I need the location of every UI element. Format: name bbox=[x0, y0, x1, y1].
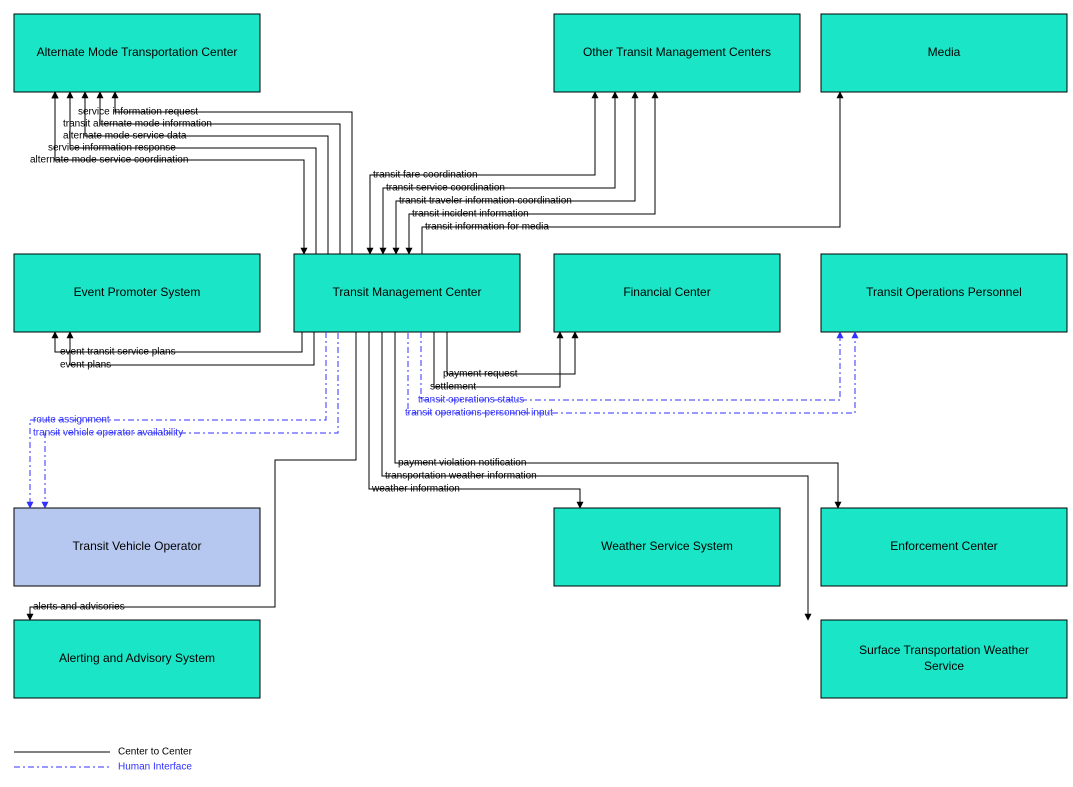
flow-label: transit information for media bbox=[425, 222, 549, 233]
flow-label: event transit service plans bbox=[60, 347, 176, 358]
node-label: Event Promoter System bbox=[74, 285, 201, 299]
node-alt-mode: Alternate Mode Transportation Center bbox=[14, 14, 260, 92]
node-label: Transit Operations Personnel bbox=[866, 285, 1022, 299]
node-label: Alternate Mode Transportation Center bbox=[37, 45, 238, 59]
flow-label: alerts and advisories bbox=[33, 602, 125, 613]
legend-hi-label: Human Interface bbox=[118, 762, 192, 773]
link-ops-status bbox=[421, 332, 840, 400]
flow-label: transit fare coordination bbox=[373, 170, 478, 181]
flow-label: service information request bbox=[78, 107, 198, 118]
flow-label: transit alternate mode information bbox=[63, 119, 212, 130]
flow-label: alternate mode service coordination bbox=[30, 155, 188, 166]
node-stws: Surface Transportation Weather Service bbox=[821, 620, 1067, 698]
flow-label: transit operations status bbox=[418, 395, 524, 406]
architecture-diagram: Alternate Mode Transportation Center Oth… bbox=[0, 0, 1073, 787]
node-other-tmc: Other Transit Management Centers bbox=[554, 14, 800, 92]
node-label: Media bbox=[928, 45, 961, 59]
flow-label: event plans bbox=[60, 360, 111, 371]
flow-label: payment request bbox=[443, 369, 518, 380]
node-tmc: Transit Management Center bbox=[294, 254, 520, 332]
legend-c2c-label: Center to Center bbox=[118, 747, 193, 758]
flow-label: settlement bbox=[430, 382, 476, 393]
flow-label: payment violation notification bbox=[398, 458, 526, 469]
flow-label: transportation weather information bbox=[385, 471, 537, 482]
flow-label: transit incident information bbox=[412, 209, 529, 220]
node-label: Transit Vehicle Operator bbox=[73, 539, 202, 553]
node-label: Financial Center bbox=[623, 285, 710, 299]
node-label: Alerting and Advisory System bbox=[59, 651, 215, 665]
node-label: Service bbox=[924, 659, 964, 673]
node-transit-vehicle-operator: Transit Vehicle Operator bbox=[14, 508, 260, 586]
flow-label: weather information bbox=[371, 484, 460, 495]
flow-label: service information response bbox=[48, 143, 176, 154]
node-transit-ops-personnel: Transit Operations Personnel bbox=[821, 254, 1067, 332]
node-alerting: Alerting and Advisory System bbox=[14, 620, 260, 698]
node-media: Media bbox=[821, 14, 1067, 92]
node-event-promoter: Event Promoter System bbox=[14, 254, 260, 332]
flow-label: route assignment bbox=[33, 415, 110, 426]
flow-label: transit service coordination bbox=[386, 183, 505, 194]
node-label: Enforcement Center bbox=[890, 539, 997, 553]
node-weather-service: Weather Service System bbox=[554, 508, 780, 586]
legend: Center to Center Human Interface bbox=[14, 747, 193, 773]
node-financial: Financial Center bbox=[554, 254, 780, 332]
flow-label: alternate mode service data bbox=[63, 131, 187, 142]
node-label: Surface Transportation Weather bbox=[859, 643, 1029, 657]
flow-label: transit operations personnel input bbox=[405, 408, 553, 419]
flow-label: transit vehicle operator availability bbox=[33, 428, 183, 439]
node-label: Transit Management Center bbox=[333, 285, 482, 299]
node-enforcement: Enforcement Center bbox=[821, 508, 1067, 586]
node-label: Weather Service System bbox=[601, 539, 733, 553]
flow-label: transit traveler information coordinatio… bbox=[399, 196, 572, 207]
node-label: Other Transit Management Centers bbox=[583, 45, 771, 59]
